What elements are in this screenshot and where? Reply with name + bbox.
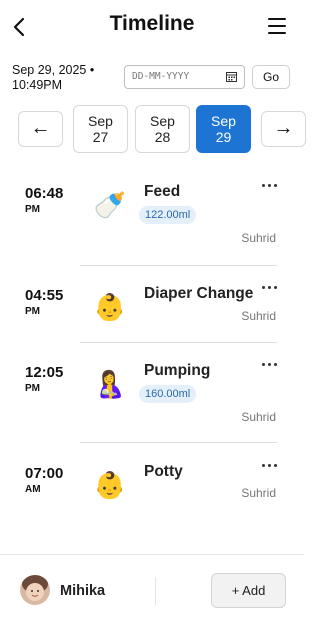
child-avatar[interactable] xyxy=(20,575,50,605)
more-options-icon[interactable] xyxy=(261,279,279,295)
entry-title: Pumping xyxy=(144,362,211,379)
day-number: 27 xyxy=(92,129,109,145)
timeline-entry[interactable]: 07:00 AM 👶 Potty Suhrid xyxy=(0,455,304,535)
divider xyxy=(80,442,277,443)
entry-author: Suhrid xyxy=(241,231,276,245)
day-month: Sep xyxy=(211,113,236,129)
day-month: Sep xyxy=(88,113,113,129)
entry-ampm: PM xyxy=(25,383,40,394)
entry-time: 06:48 xyxy=(25,185,64,202)
entry-author: Suhrid xyxy=(241,309,276,323)
day-month: Sep xyxy=(150,113,175,129)
breastfeeding-icon: 🤱 xyxy=(93,369,127,399)
page-title: Timeline xyxy=(109,12,195,35)
footer-bar: Mihika + Add xyxy=(0,554,304,627)
header: Timeline xyxy=(0,0,304,56)
entry-ampm: PM xyxy=(25,204,40,215)
entry-ampm: AM xyxy=(25,484,41,495)
entry-time: 04:55 xyxy=(25,287,64,304)
timeline-entry[interactable]: 04:55 PM 👶 Diaper Change Suhrid xyxy=(0,277,304,357)
add-entry-button[interactable]: + Add xyxy=(211,573,286,608)
day-number: 28 xyxy=(154,129,171,145)
calendar-icon[interactable] xyxy=(226,71,237,82)
more-options-icon[interactable] xyxy=(261,457,279,473)
baby-bottle-icon: 🍼 xyxy=(93,190,127,220)
day-navigation: ← Sep 27 Sep 28 Sep 29 → xyxy=(0,105,306,153)
more-options-icon[interactable] xyxy=(261,177,279,193)
entry-ampm: PM xyxy=(25,306,40,317)
divider xyxy=(155,577,156,605)
entry-title: Potty xyxy=(144,463,183,480)
entry-title: Feed xyxy=(144,183,181,200)
day-number: 29 xyxy=(215,129,232,145)
timeline-entry[interactable]: 12:05 PM 🤱 Pumping 160.00ml Suhrid xyxy=(0,354,304,434)
day-button-29-selected[interactable]: Sep 29 xyxy=(196,105,251,153)
go-button[interactable]: Go xyxy=(252,65,290,89)
entry-amount-badge: 160.00ml xyxy=(139,385,197,403)
baby-face-icon: 👶 xyxy=(93,470,127,500)
entry-author: Suhrid xyxy=(241,486,276,500)
date-bar: Sep 29, 2025 • 10:49PM DD-MM-YYYY Go xyxy=(0,60,304,96)
prev-day-button[interactable]: ← xyxy=(18,111,63,147)
day-button-27[interactable]: Sep 27 xyxy=(73,105,128,153)
timeline-entry[interactable]: 06:48 PM 🍼 Feed 122.00ml Suhrid xyxy=(0,175,304,255)
hamburger-menu-icon[interactable] xyxy=(268,18,286,34)
current-datetime: Sep 29, 2025 • 10:49PM xyxy=(12,63,95,92)
divider xyxy=(80,342,277,343)
date-input-placeholder: DD-MM-YYYY xyxy=(132,71,190,82)
divider xyxy=(80,265,277,266)
entry-amount-badge: 122.00ml xyxy=(139,206,197,224)
entry-author: Suhrid xyxy=(241,410,276,424)
next-day-button[interactable]: → xyxy=(261,111,306,147)
entry-time: 07:00 xyxy=(25,465,64,482)
date-input[interactable]: DD-MM-YYYY xyxy=(124,65,245,89)
more-options-icon[interactable] xyxy=(261,356,279,372)
child-name[interactable]: Mihika xyxy=(60,583,105,599)
baby-face-icon: 👶 xyxy=(93,292,127,322)
back-arrow-icon[interactable] xyxy=(8,12,34,42)
entry-time: 12:05 xyxy=(25,364,64,381)
day-button-28[interactable]: Sep 28 xyxy=(135,105,190,153)
entry-title: Diaper Change xyxy=(144,285,254,302)
